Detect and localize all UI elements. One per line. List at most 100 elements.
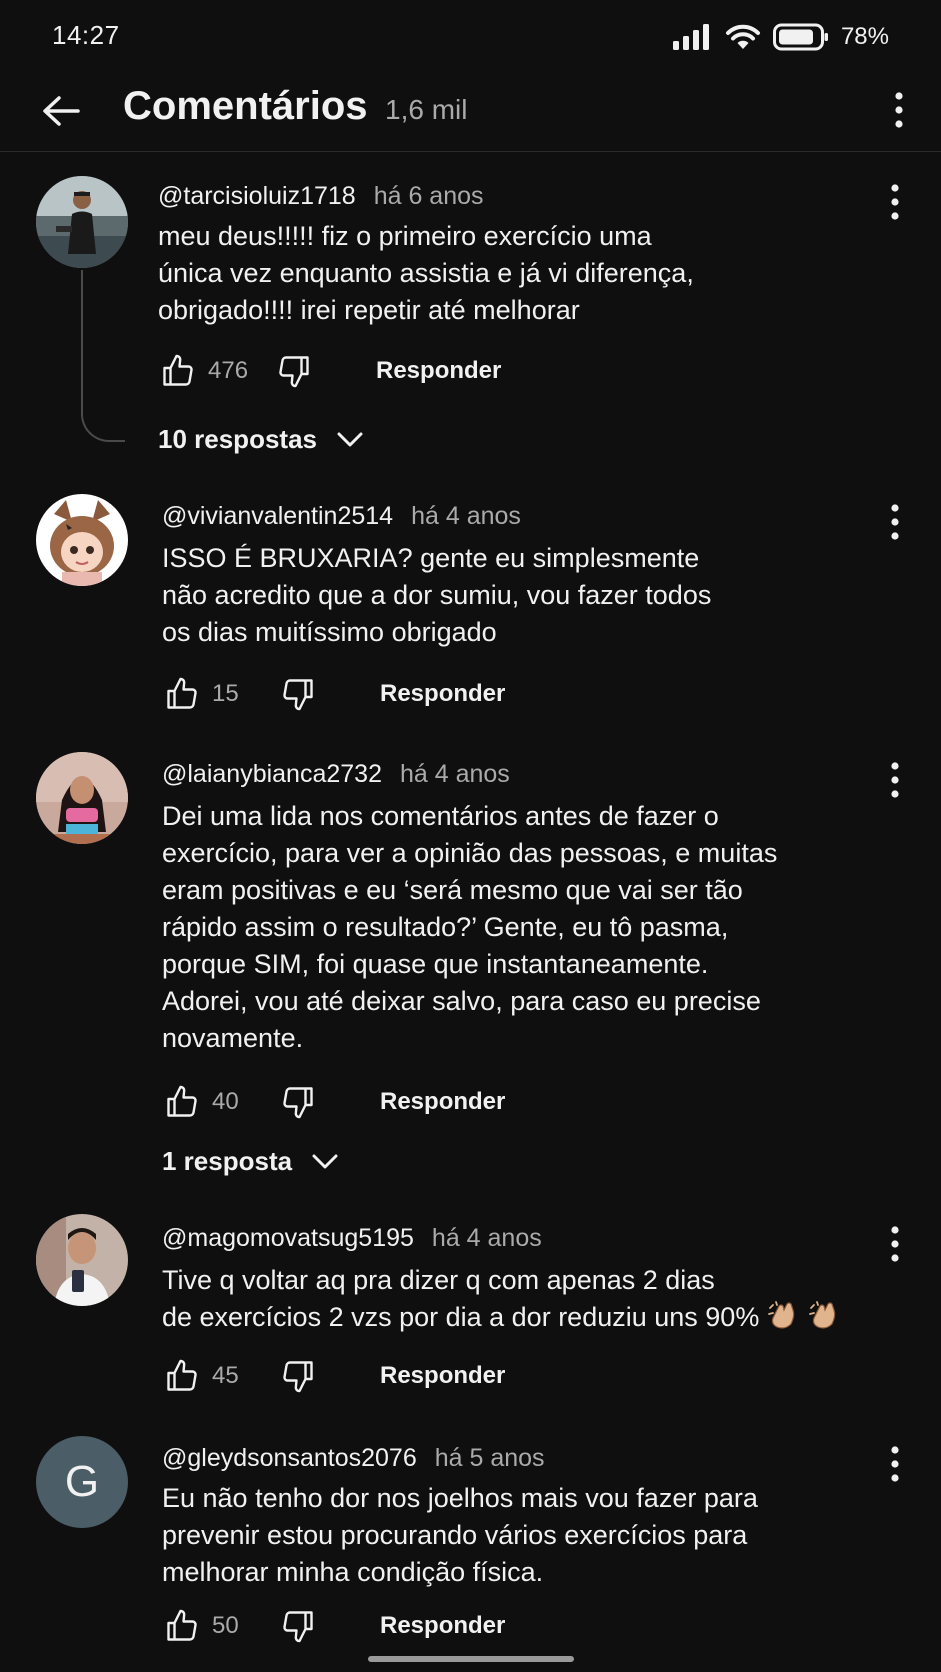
comment-line: novamente.	[162, 1023, 304, 1053]
avatar[interactable]	[36, 1214, 128, 1306]
comment-menu-button[interactable]	[877, 178, 913, 226]
comment-line: Eu não tenho dor nos joelhos mais vou fa…	[162, 1483, 758, 1513]
like-button[interactable]	[162, 1356, 202, 1396]
comment-line: melhorar minha condição física.	[162, 1557, 544, 1587]
comment-actions: 15 Responder	[162, 672, 505, 716]
like-count: 476	[208, 357, 249, 384]
thumbs-down-icon	[279, 356, 309, 388]
comment-author[interactable]: @gleydsonsantos2076	[162, 1444, 417, 1472]
dislike-button[interactable]	[278, 1606, 318, 1646]
reply-button[interactable]: Responder	[380, 1088, 505, 1116]
dislike-button[interactable]	[278, 1082, 318, 1122]
page-title: Comentários	[123, 84, 368, 128]
comments-screen: 14:27 78% Comentários 1,6 mil @tarcisiol…	[0, 0, 941, 1672]
comment-actions: 476 Responder	[158, 349, 501, 393]
avatar[interactable]	[36, 176, 128, 268]
thumbs-up-icon	[167, 677, 197, 709]
comment-line: porque SIM, foi quase que instantaneamen…	[162, 949, 709, 979]
avatar[interactable]	[36, 494, 128, 586]
comment-line: Adorei, vou até deixar salvo, para caso …	[162, 986, 761, 1016]
comment-author[interactable]: @tarcisioluiz1718	[158, 182, 356, 210]
comment-time: há 4 anos	[431, 1224, 542, 1252]
comment-meta: @gleydsonsantos2076 há 5 anos	[162, 1444, 545, 1473]
dislike-button[interactable]	[274, 351, 314, 391]
comment-time: há 4 anos	[411, 502, 521, 530]
comment-actions: 45 Responder	[162, 1354, 505, 1398]
like-count: 50	[212, 1612, 239, 1639]
comment-line: rápido assim o resultado?’ Gente, eu tô …	[162, 912, 729, 942]
comment-meta: @vivianvalentin2514 há 4 anos	[162, 502, 521, 531]
battery-level: 78%	[840, 23, 889, 50]
app-header: Comentários 1,6 mil	[0, 72, 941, 152]
clapping-hands-icon	[767, 1301, 795, 1329]
comment-meta: @tarcisioluiz1718 há 6 anos	[158, 182, 484, 211]
clapping-hands-icon	[809, 1301, 836, 1329]
chevron-down-icon	[337, 432, 363, 446]
home-indicator[interactable]	[368, 1656, 574, 1662]
comment-line: eram positivas e eu ‘será mesmo que vai …	[162, 875, 743, 905]
comment-meta: @magomovatsug5195 há 4 anos	[162, 1224, 542, 1253]
more-vert-icon	[895, 92, 903, 128]
status-icons: 78%	[672, 20, 889, 54]
dislike-button[interactable]	[278, 1356, 318, 1396]
comment-text: Dei uma lida nos comentários antes de fa…	[162, 798, 922, 1057]
avatar-letter: G	[64, 1457, 100, 1506]
like-count: 40	[212, 1088, 239, 1115]
battery-icon	[772, 23, 828, 51]
comment-line: prevenir estou procurando vários exercíc…	[162, 1520, 748, 1550]
avatar[interactable]: G	[36, 1436, 128, 1528]
reply-button[interactable]: Responder	[380, 1612, 505, 1640]
comment-menu-button[interactable]	[877, 498, 913, 546]
thumbs-down-icon	[283, 679, 313, 711]
more-vert-icon	[891, 1446, 899, 1482]
comment-line: os dias muitíssimo obrigado	[162, 617, 497, 647]
view-replies-button[interactable]: 1 resposta	[162, 1146, 338, 1177]
thread-connector-line	[81, 270, 125, 442]
comment-line: Tive q voltar aq pra dizer q com apenas …	[162, 1265, 715, 1295]
comment-author[interactable]: @vivianvalentin2514	[162, 502, 393, 530]
comment-line: exercício, para ver a opinião das pessoa…	[162, 838, 778, 868]
thumbs-down-icon	[283, 1611, 313, 1643]
back-arrow-icon	[43, 96, 80, 126]
like-button[interactable]	[162, 1606, 202, 1646]
status-bar: 14:27 78%	[0, 0, 941, 72]
comment-text: Tive q voltar aq pra dizer q com apenas …	[162, 1262, 922, 1336]
status-time: 14:27	[52, 20, 120, 50]
comment-author[interactable]: @magomovatsug5195	[162, 1224, 414, 1252]
avatar[interactable]	[36, 752, 128, 844]
back-button[interactable]	[36, 86, 86, 136]
header-menu-button[interactable]	[877, 82, 921, 138]
reply-button[interactable]: Responder	[380, 1362, 505, 1390]
thumbs-up-icon	[163, 354, 193, 386]
reply-button[interactable]: Responder	[376, 357, 501, 385]
signal-icon	[672, 24, 709, 50]
comment-line-text: de exercícios 2 vzs por dia a dor reduzi…	[162, 1302, 760, 1332]
comment-menu-button[interactable]	[877, 756, 913, 804]
comment-line: ISSO É BRUXARIA? gente eu simplesmente	[162, 543, 700, 573]
comment-line: única vez enquanto assistia e já vi dife…	[158, 258, 694, 288]
comment-text: Eu não tenho dor nos joelhos mais vou fa…	[162, 1480, 882, 1591]
thumbs-up-icon	[167, 1085, 197, 1117]
comment-menu-button[interactable]	[877, 1440, 913, 1488]
more-vert-icon	[891, 1226, 899, 1262]
comment-author[interactable]: @laianybianca2732	[162, 760, 382, 788]
like-button[interactable]	[158, 351, 198, 391]
comment-menu-button[interactable]	[877, 1220, 913, 1268]
thumbs-down-icon	[283, 1361, 313, 1393]
comment-count: 1,6 mil	[385, 94, 468, 125]
comment-time: há 4 anos	[399, 760, 510, 788]
comment-text: meu deus!!!!! fiz o primeiro exercício u…	[158, 218, 878, 329]
thumbs-down-icon	[283, 1087, 313, 1119]
like-button[interactable]	[162, 674, 202, 714]
more-vert-icon	[891, 762, 899, 798]
dislike-button[interactable]	[278, 674, 318, 714]
comment-line: obrigado!!!! irei repetir até melhorar	[158, 295, 580, 325]
comment-actions: 50 Responder	[162, 1604, 505, 1648]
reply-button[interactable]: Responder	[380, 680, 505, 708]
comment-line: meu deus!!!!! fiz o primeiro exercício u…	[158, 221, 652, 251]
view-replies-button[interactable]: 10 respostas	[158, 424, 363, 455]
comment-time: há 6 anos	[373, 182, 484, 210]
replies-label: 1 resposta	[162, 1146, 293, 1176]
like-button[interactable]	[162, 1082, 202, 1122]
thumbs-up-icon	[167, 1609, 197, 1641]
